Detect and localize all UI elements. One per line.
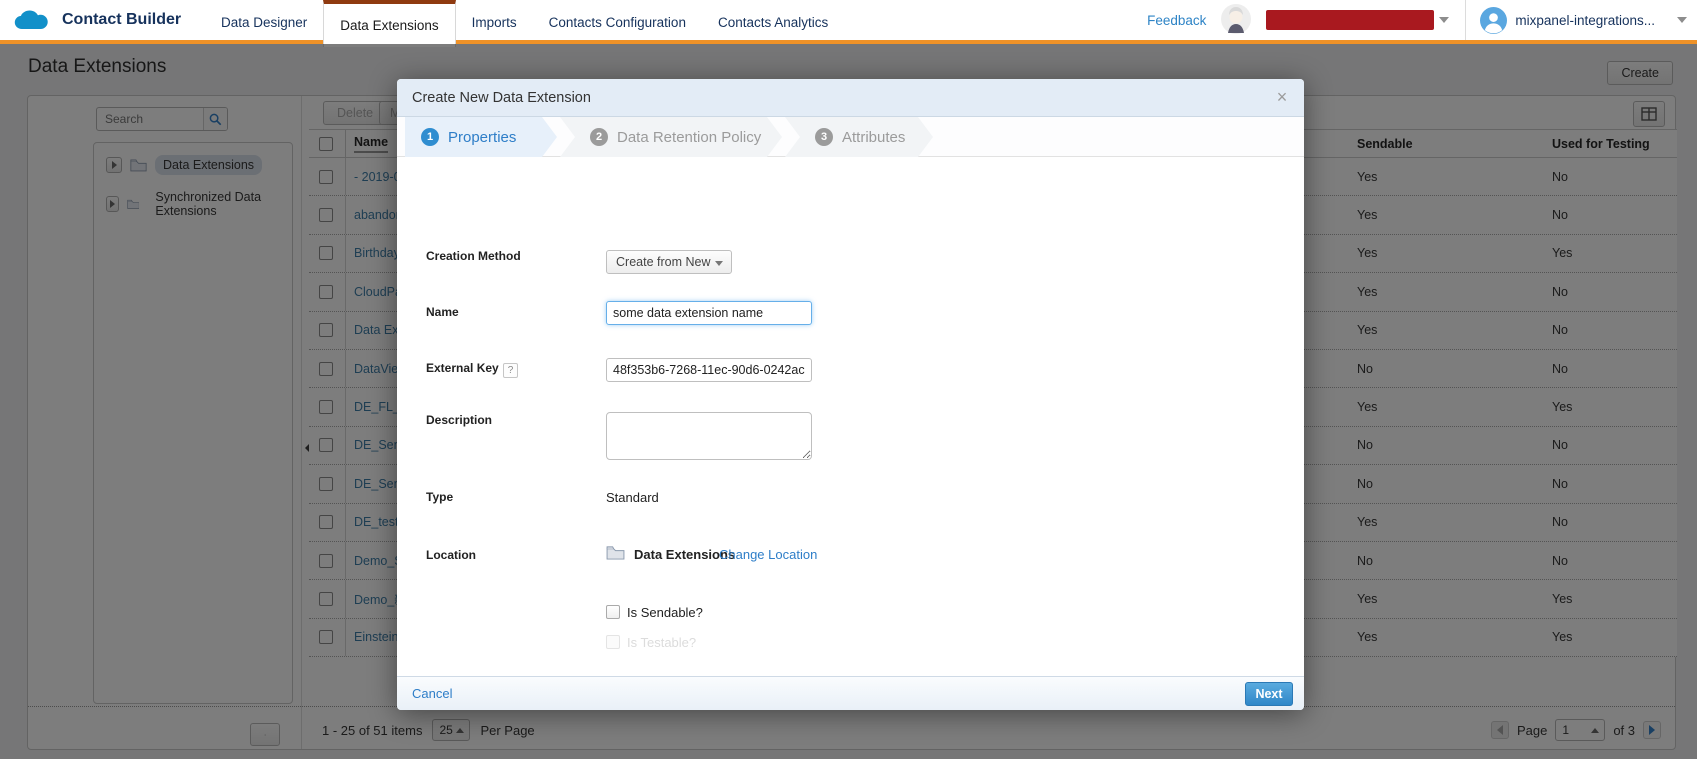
nav-item-data-extensions[interactable]: Data Extensions bbox=[323, 0, 455, 47]
description-label: Description bbox=[426, 413, 492, 427]
external-key-label: External Key bbox=[426, 361, 499, 375]
cancel-button[interactable]: Cancel bbox=[412, 686, 452, 701]
create-data-extension-modal: Create New Data Extension × 1 Properties… bbox=[397, 79, 1304, 710]
modal-title: Create New Data Extension bbox=[412, 90, 591, 106]
nav-links: Data Designer Data Extensions Imports Co… bbox=[205, 0, 844, 44]
close-icon[interactable]: × bbox=[1272, 87, 1292, 108]
change-location-link[interactable]: Change Location bbox=[719, 547, 817, 562]
is-testable-checkbox bbox=[606, 635, 620, 649]
step-number: 1 bbox=[421, 128, 439, 146]
chevron-down-icon[interactable] bbox=[1677, 17, 1687, 23]
feedback-link[interactable]: Feedback bbox=[1147, 13, 1206, 28]
chevron-down-icon bbox=[715, 261, 723, 266]
description-field[interactable] bbox=[606, 412, 812, 460]
nav-item-data-designer[interactable]: Data Designer bbox=[205, 0, 323, 44]
app-title: Contact Builder bbox=[62, 11, 181, 29]
is-sendable-label: Is Sendable? bbox=[627, 605, 703, 620]
nav-item-imports[interactable]: Imports bbox=[456, 0, 533, 44]
step-number: 2 bbox=[590, 128, 608, 146]
nav-right: Feedback mixpanel-integrations... bbox=[1147, 0, 1687, 40]
creation-method-dropdown[interactable]: Create from New bbox=[606, 250, 732, 274]
step-attributes[interactable]: 3 Attributes bbox=[785, 117, 933, 157]
chevron-down-icon bbox=[1439, 17, 1449, 23]
divider bbox=[1465, 0, 1466, 40]
step-properties[interactable]: 1 Properties bbox=[405, 117, 557, 157]
app-window: Contact Builder Data Designer Data Exten… bbox=[0, 0, 1697, 759]
external-key-field[interactable] bbox=[606, 358, 812, 382]
creation-method-label: Creation Method bbox=[426, 249, 521, 263]
next-button[interactable]: Next bbox=[1245, 682, 1293, 706]
is-testable-label: Is Testable? bbox=[627, 635, 696, 650]
modal-body: Creation Method Create from New Name Ext… bbox=[397, 157, 1304, 676]
nav-item-contacts-configuration[interactable]: Contacts Configuration bbox=[533, 0, 702, 44]
name-field[interactable] bbox=[606, 301, 812, 325]
help-icon[interactable]: ? bbox=[503, 363, 518, 378]
redacted-account-selector[interactable] bbox=[1266, 10, 1434, 30]
einstein-avatar[interactable] bbox=[1220, 3, 1252, 37]
type-value: Standard bbox=[606, 490, 659, 505]
salesforce-cloud-logo bbox=[14, 7, 52, 33]
name-label: Name bbox=[426, 305, 459, 319]
step-label: Attributes bbox=[842, 129, 905, 146]
location-label: Location bbox=[426, 548, 476, 562]
step-data-retention-policy[interactable]: 2 Data Retention Policy bbox=[560, 117, 782, 157]
step-label: Properties bbox=[448, 129, 516, 146]
top-nav: Contact Builder Data Designer Data Exten… bbox=[0, 0, 1697, 44]
nav-item-contacts-analytics[interactable]: Contacts Analytics bbox=[702, 0, 844, 44]
creation-method-value: Create from New bbox=[616, 255, 710, 269]
modal-header: Create New Data Extension × bbox=[397, 79, 1304, 117]
brand[interactable]: Contact Builder bbox=[14, 0, 181, 40]
step-label: Data Retention Policy bbox=[617, 129, 761, 146]
folder-icon bbox=[606, 545, 625, 560]
modal-footer: Cancel Next bbox=[397, 676, 1304, 710]
is-sendable-checkbox[interactable] bbox=[606, 605, 620, 619]
type-label: Type bbox=[426, 490, 453, 504]
account-menu[interactable]: mixpanel-integrations... bbox=[1515, 13, 1655, 28]
user-avatar bbox=[1480, 7, 1507, 34]
step-number: 3 bbox=[815, 128, 833, 146]
wizard-steps: 1 Properties 2 Data Retention Policy 3 A… bbox=[397, 117, 1304, 157]
